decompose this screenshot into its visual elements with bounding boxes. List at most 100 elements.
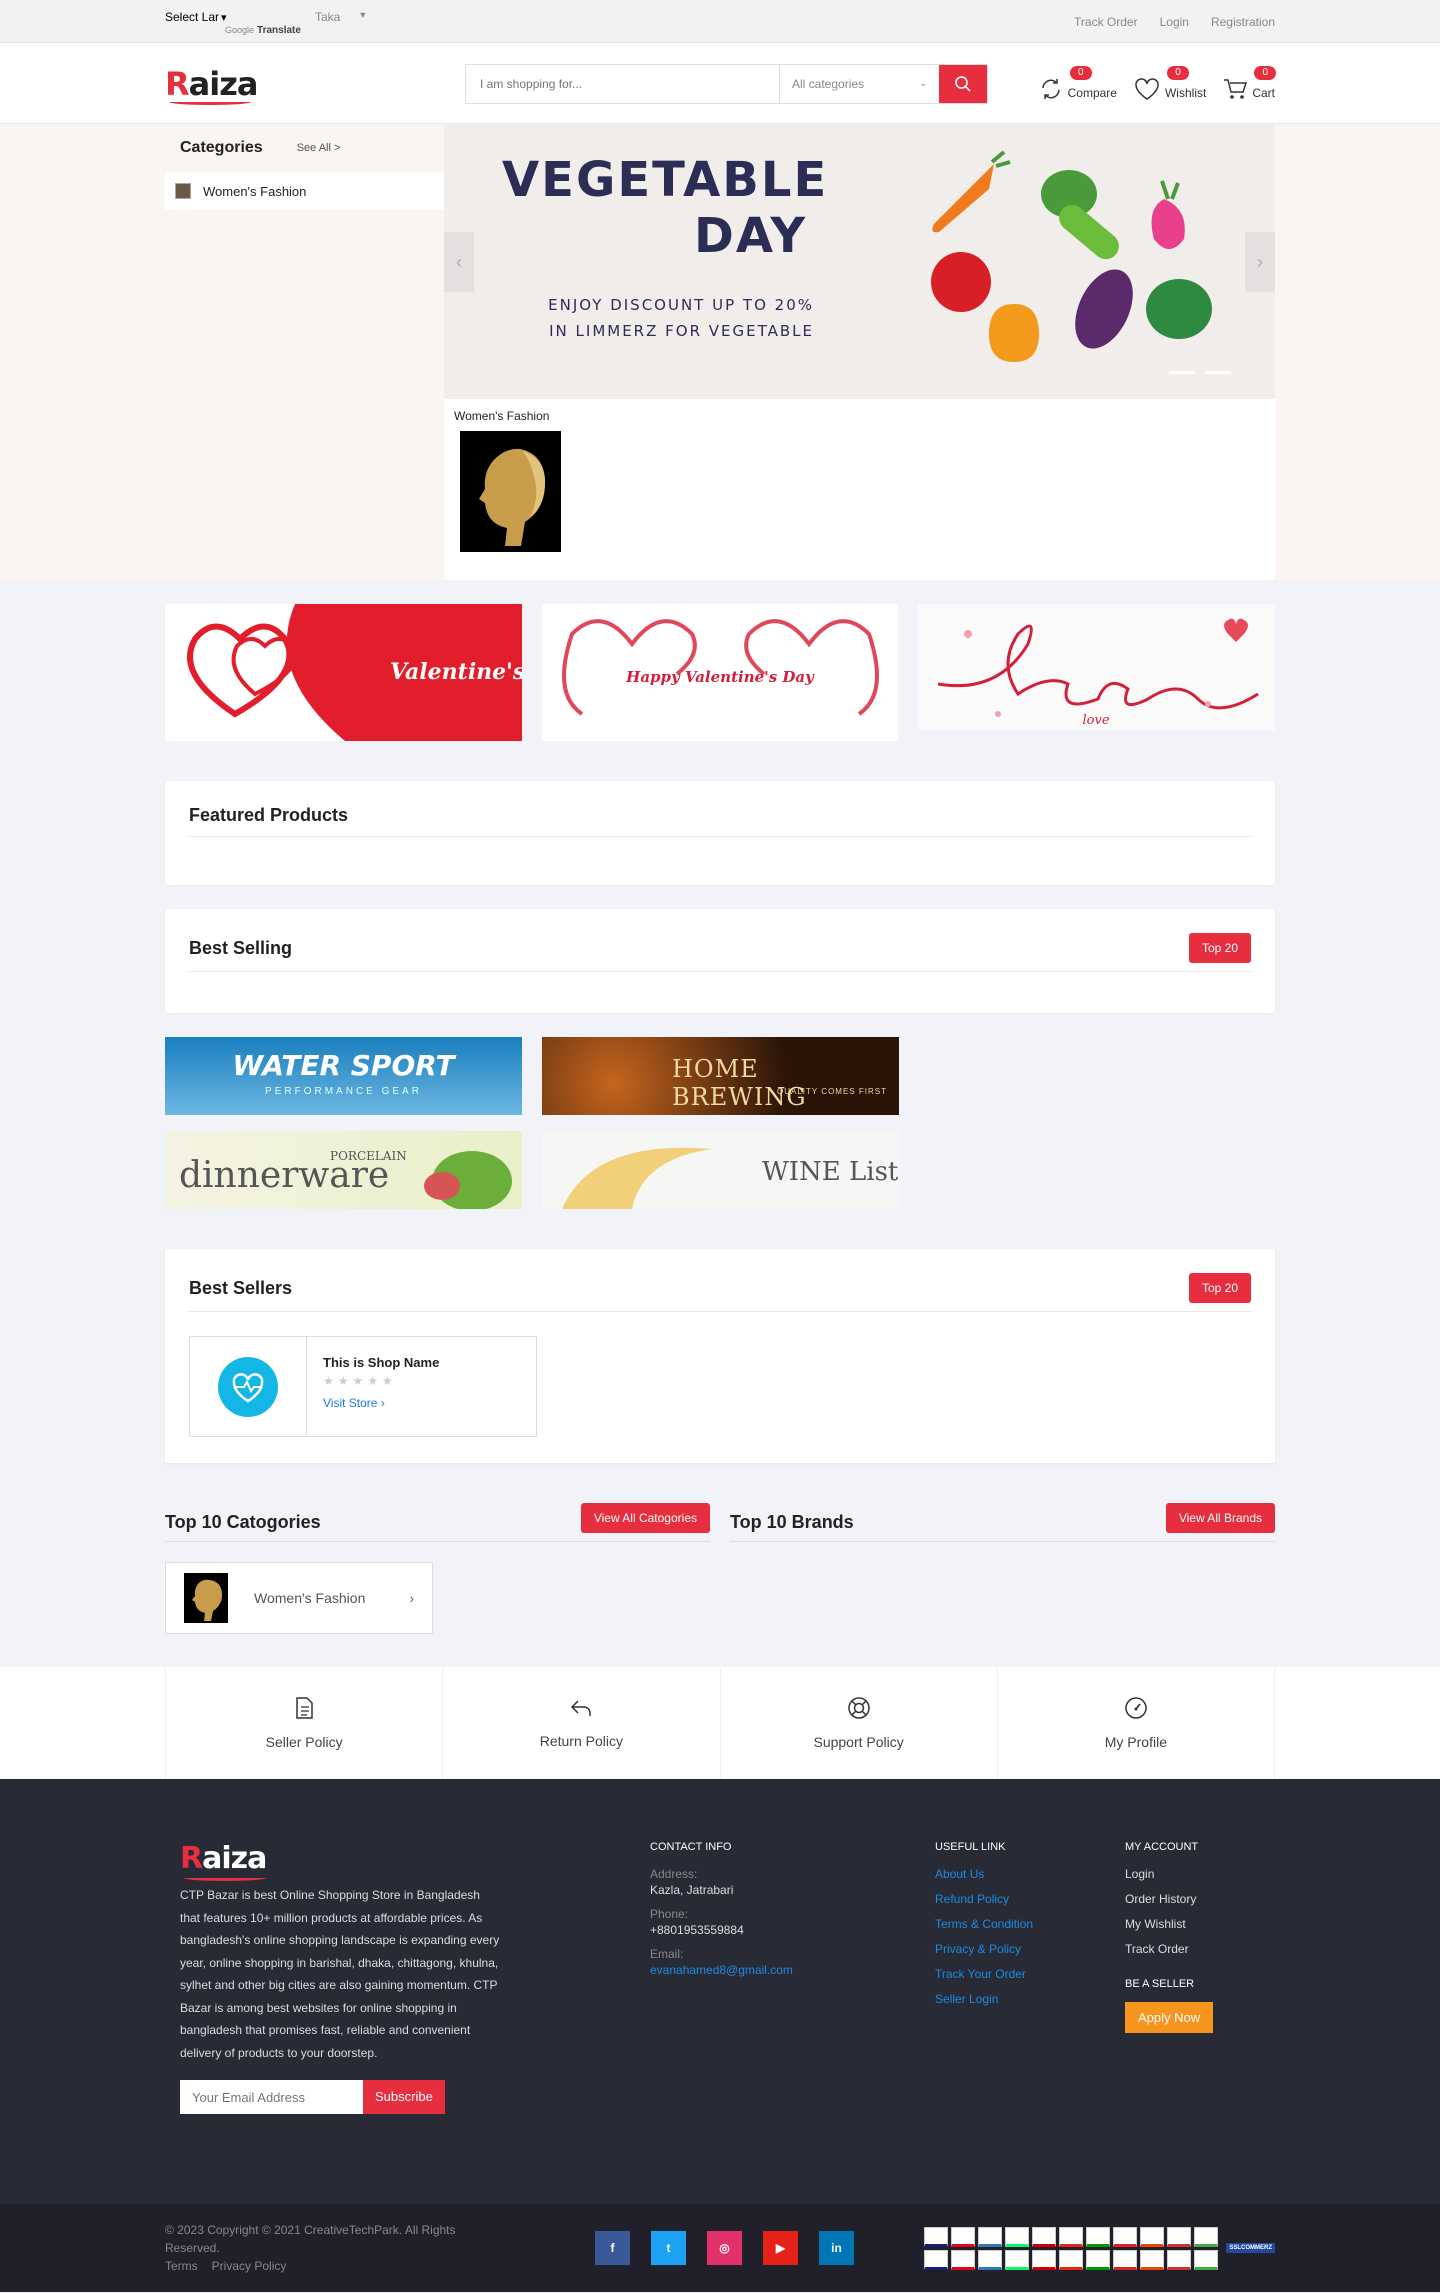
sslcommerz-badge: SSLCOMMERZ bbox=[1226, 2243, 1275, 2253]
compare-button[interactable]: 0 Compare bbox=[1038, 65, 1117, 102]
payment-logo bbox=[1032, 2226, 1057, 2247]
chevron-down-icon: ▼ bbox=[358, 10, 368, 20]
category-select[interactable]: All categories ⌄ bbox=[779, 64, 939, 103]
footer-login-link[interactable]: Login bbox=[1125, 1867, 1213, 1881]
valentine-banner-2[interactable]: Happy Valentine's Day bbox=[541, 604, 899, 741]
shop-name: This is Shop Name bbox=[323, 1355, 440, 1370]
instagram-icon[interactable]: ◎ bbox=[707, 2231, 742, 2265]
water-sport-banner[interactable]: WATER SPORT PERFORMANCE GEAR bbox=[165, 1037, 522, 1115]
terms-link[interactable]: Terms & Condition bbox=[935, 1917, 1125, 1931]
subscribe-email-input[interactable] bbox=[180, 2080, 363, 2114]
cart-button[interactable]: 0 Cart bbox=[1222, 65, 1277, 102]
policies-bar: Seller Policy Return Policy Support Poli… bbox=[0, 1667, 1440, 1779]
see-all-link[interactable]: See All > bbox=[297, 142, 341, 154]
category-select-value: All categories bbox=[792, 76, 865, 91]
slide-title-line1: VEGETABLE bbox=[502, 152, 829, 208]
best-sellers-top20-button[interactable]: Top 20 bbox=[1188, 1273, 1251, 1303]
track-your-order-link[interactable]: Track Your Order bbox=[935, 1967, 1125, 1981]
home-brewing-banner[interactable]: HOME BREWING QUALITY COMES FIRST bbox=[542, 1037, 899, 1115]
payment-logo bbox=[978, 2249, 1003, 2270]
category-item-label: Women's Fashion bbox=[203, 183, 307, 199]
linkedin-icon[interactable]: in bbox=[819, 2231, 854, 2265]
return-arrow-icon bbox=[571, 1700, 592, 1716]
payment-logo bbox=[924, 2249, 949, 2270]
bottom-bar: © 2023 Copyright © 2021 CreativeTechPark… bbox=[0, 2204, 1440, 2292]
vegetables-illustration bbox=[931, 150, 1212, 362]
search-button[interactable] bbox=[939, 64, 987, 103]
dinnerware-banner[interactable]: PORCELAIN dinnerware bbox=[165, 1131, 522, 1209]
slider-dots[interactable] bbox=[1169, 371, 1231, 374]
return-policy-link[interactable]: Return Policy bbox=[442, 1667, 719, 1779]
privacy-policy-link[interactable]: Privacy & Policy bbox=[935, 1942, 1125, 1956]
facebook-icon[interactable]: f bbox=[595, 2231, 630, 2265]
slider-prev-button[interactable]: ‹ bbox=[444, 232, 474, 292]
payment-logo bbox=[1140, 2249, 1165, 2270]
category-item-womens-fashion[interactable]: Women's Fashion bbox=[165, 172, 444, 210]
view-all-categories-button[interactable]: View All Catogories bbox=[580, 1503, 710, 1533]
login-link[interactable]: Login bbox=[1160, 15, 1189, 29]
top10-section: Top 10 Catogories View All Catogories Wo… bbox=[165, 1503, 1275, 1634]
top-brands-title: Top 10 Brands bbox=[730, 1512, 854, 1532]
hero-slider[interactable]: ‹ › VEGETABLE DAY ENJOY DISCOUNT UP TO 2… bbox=[444, 124, 1275, 399]
shop-rating-stars: ★★★★★ bbox=[323, 1374, 397, 1388]
privacy-link[interactable]: Privacy Policy bbox=[212, 2259, 287, 2273]
my-account-title: MY ACCOUNT bbox=[1125, 1841, 1199, 1853]
top-category-item[interactable]: Women's Fashion › bbox=[165, 1562, 433, 1634]
slider-next-button[interactable]: › bbox=[1245, 232, 1275, 292]
top-brands-column: Top 10 Brands View All Brands bbox=[730, 1503, 1275, 1634]
footer-track-order-link[interactable]: Track Order bbox=[1125, 1942, 1213, 1956]
payment-logo bbox=[1032, 2249, 1057, 2270]
valentine-banner-1[interactable]: Valentine's bbox=[165, 604, 522, 741]
svg-text:Valentine's: Valentine's bbox=[390, 659, 522, 685]
womens-fashion-image[interactable] bbox=[460, 431, 561, 552]
currency-select[interactable]: Taka ▼ bbox=[315, 10, 367, 24]
chevron-left-icon: ‹ bbox=[456, 251, 462, 272]
language-select[interactable]: Select Lar GoogleTranslate bbox=[165, 10, 301, 40]
wishlist-button[interactable]: 0 Wishlist bbox=[1133, 65, 1206, 102]
wishlist-count-badge: 0 bbox=[1166, 65, 1189, 80]
search-bar: All categories ⌄ bbox=[465, 63, 988, 104]
hero-category-label: Women's Fashion bbox=[454, 409, 550, 423]
about-us-link[interactable]: About Us bbox=[935, 1867, 1125, 1881]
seller-policy-link[interactable]: Seller Policy bbox=[165, 1667, 442, 1779]
apply-now-button[interactable]: Apply Now bbox=[1125, 2002, 1214, 2033]
registration-link[interactable]: Registration bbox=[1211, 15, 1275, 29]
footer-logo[interactable]: Raiza bbox=[180, 1841, 480, 1881]
currency-value[interactable]: Taka bbox=[315, 10, 340, 24]
payment-logo bbox=[1167, 2226, 1192, 2247]
visit-store-link[interactable]: Visit Store › bbox=[323, 1396, 439, 1410]
youtube-icon[interactable]: ▶ bbox=[763, 2231, 798, 2265]
language-select-value[interactable]: Select Lar bbox=[165, 10, 275, 24]
seller-login-link[interactable]: Seller Login bbox=[935, 1992, 1125, 2006]
payment-logo bbox=[1194, 2226, 1219, 2247]
subscribe-button[interactable]: Subscribe bbox=[363, 2080, 445, 2114]
search-input[interactable] bbox=[466, 64, 779, 103]
valentine-banner-3[interactable]: love bbox=[918, 604, 1276, 741]
payment-logo bbox=[1086, 2226, 1111, 2247]
wine-list-banner[interactable]: WINE List bbox=[542, 1131, 899, 1209]
seller-card[interactable]: This is Shop Name ★★★★★ Visit Store › bbox=[189, 1336, 537, 1437]
track-order-link[interactable]: Track Order bbox=[1074, 15, 1138, 29]
footer: Raiza CTP Bazar is best Online Shopping … bbox=[0, 1779, 1440, 2204]
top-categories-title: Top 10 Catogories bbox=[165, 1512, 321, 1532]
site-logo[interactable]: Raiza bbox=[165, 65, 465, 105]
email-link[interactable]: evanahamed8@gmail.com bbox=[650, 1963, 935, 1977]
slide-subtitle: ENJOY DISCOUNT UP TO 20% IN LIMMERZ FOR … bbox=[548, 296, 814, 340]
my-profile-link[interactable]: My Profile bbox=[996, 1667, 1275, 1779]
twitter-icon[interactable]: t bbox=[651, 2231, 686, 2265]
best-selling-top20-button[interactable]: Top 20 bbox=[1188, 933, 1251, 963]
refund-policy-link[interactable]: Refund Policy bbox=[935, 1892, 1125, 1906]
gauge-icon bbox=[1125, 1697, 1147, 1719]
payment-logo bbox=[1194, 2249, 1219, 2270]
phone-label: Phone: bbox=[650, 1907, 689, 1921]
terms-link[interactable]: Terms bbox=[165, 2259, 198, 2273]
order-history-link[interactable]: Order History bbox=[1125, 1892, 1213, 1906]
view-all-brands-button[interactable]: View All Brands bbox=[1165, 1503, 1275, 1533]
chevron-right-icon: › bbox=[409, 1590, 414, 1606]
support-policy-link[interactable]: Support Policy bbox=[719, 1667, 997, 1779]
shop-logo bbox=[190, 1337, 307, 1436]
payment-methods bbox=[924, 2226, 1219, 2270]
my-wishlist-link[interactable]: My Wishlist bbox=[1125, 1917, 1213, 1931]
promo-banners: WATER SPORT PERFORMANCE GEAR HOME BREWIN… bbox=[165, 1037, 1275, 1209]
document-icon bbox=[296, 1697, 313, 1719]
